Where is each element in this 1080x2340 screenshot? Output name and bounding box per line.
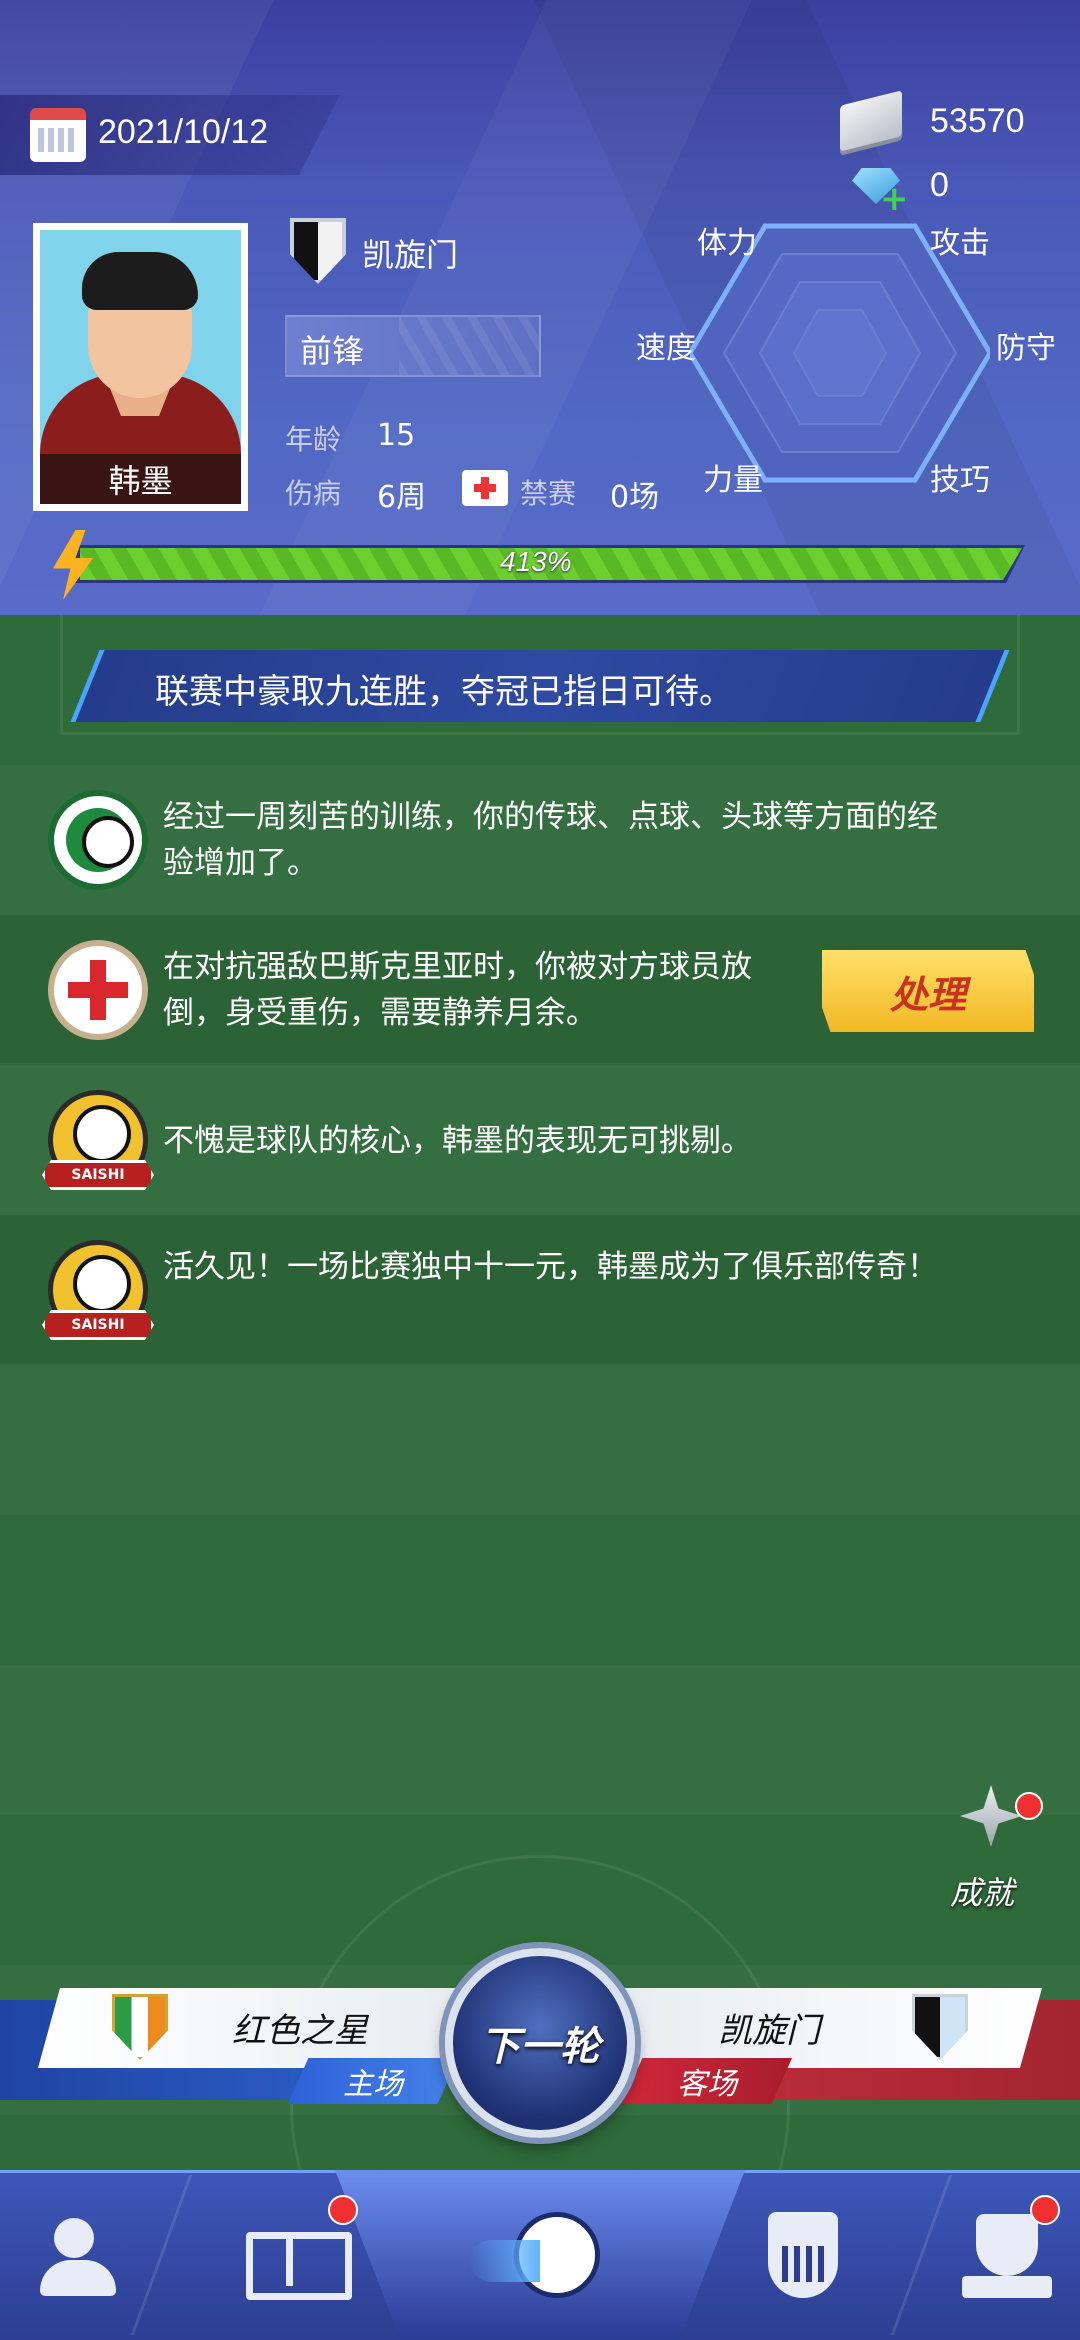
player-avatar-card[interactable]: 韩墨 bbox=[33, 223, 248, 511]
next-round-button[interactable]: 下一轮 bbox=[445, 1948, 635, 2138]
medkit-icon bbox=[462, 470, 508, 506]
stat-defense: 防守 bbox=[996, 331, 1056, 366]
home-team-name: 红色之星 bbox=[232, 2011, 368, 2051]
achievement-label[interactable]: 成就 bbox=[950, 1868, 1014, 1914]
stat-technique: 技巧 bbox=[930, 463, 990, 498]
current-date: 2021/10/12 bbox=[98, 113, 269, 151]
away-tag: 客场 bbox=[622, 2058, 792, 2104]
event-text: 经过一周刻苦的训练，你的传球、点球、头球等方面的经验增加了。 bbox=[163, 799, 938, 881]
injury-label: 伤病 bbox=[285, 477, 342, 510]
match-icon[interactable] bbox=[470, 2200, 600, 2310]
event-text: 活久见！一场比赛独中十一元，韩墨成为了俱乐部传奇！ bbox=[163, 1249, 938, 1285]
notification-dot bbox=[328, 2195, 358, 2225]
energy-percent: 413% bbox=[500, 546, 572, 577]
medical-icon bbox=[48, 940, 148, 1040]
notification-dot bbox=[1030, 2195, 1060, 2225]
event-text: 在对抗强敌巴斯克里亚时，你被对方球员放倒，身受重伤，需要静养月余。 bbox=[163, 949, 752, 1031]
event-text: 不愧是球队的核心，韩墨的表现无可挑剔。 bbox=[163, 1123, 752, 1159]
player-position: 前锋 bbox=[300, 332, 365, 370]
injury-value: 6周 bbox=[377, 480, 427, 515]
add-diamond-icon[interactable]: + bbox=[880, 182, 909, 216]
player-name: 韩墨 bbox=[40, 454, 241, 504]
age-value: 15 bbox=[377, 418, 416, 453]
money-amount: 53570 bbox=[930, 102, 1025, 140]
suspension-value: 0场 bbox=[610, 480, 660, 515]
stat-attack: 攻击 bbox=[930, 226, 990, 261]
stat-speed: 速度 bbox=[636, 331, 696, 366]
avatar: 韩墨 bbox=[40, 230, 241, 504]
notification-dot bbox=[1015, 1792, 1043, 1820]
diamond-amount: 0 bbox=[930, 166, 949, 204]
avatar-hair bbox=[82, 252, 198, 310]
saishi-ribbon: SAISHI bbox=[42, 1310, 154, 1340]
training-icon bbox=[48, 790, 148, 890]
club-icon[interactable] bbox=[742, 2200, 862, 2310]
players-icon[interactable] bbox=[26, 2200, 146, 2310]
away-team-name: 凯旋门 bbox=[718, 2011, 820, 2051]
stat-stamina: 体力 bbox=[697, 226, 757, 261]
handle-button[interactable]: 处理 bbox=[822, 950, 1034, 1032]
saishi-ribbon: SAISHI bbox=[42, 1160, 154, 1190]
compass-star-icon bbox=[960, 1785, 1022, 1847]
suspension-label: 禁赛 bbox=[520, 477, 577, 510]
stat-strength: 力量 bbox=[703, 463, 763, 498]
headline-text: 联赛中豪取九连胜，夺冠已指日可待。 bbox=[155, 672, 733, 712]
club-name: 凯旋门 bbox=[362, 236, 459, 274]
calendar-icon bbox=[30, 108, 86, 162]
away-team-panel bbox=[602, 1988, 1042, 2068]
home-tag: 主场 bbox=[288, 2058, 458, 2104]
age-label: 年龄 bbox=[285, 423, 342, 456]
